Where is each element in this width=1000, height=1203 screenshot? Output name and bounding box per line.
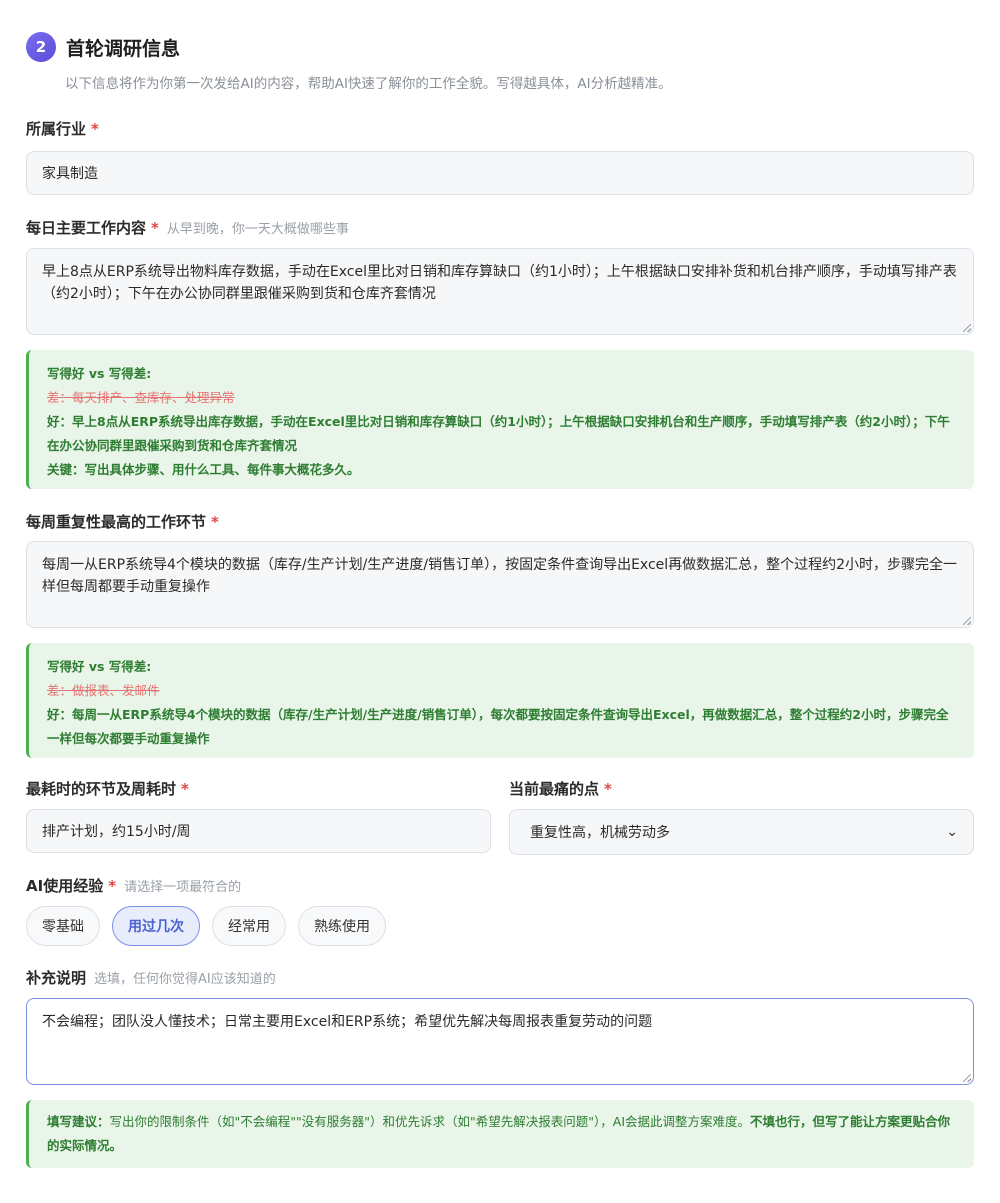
tip-title: 写得好 vs 写得差: [47, 659, 152, 674]
daily-work-label: 每日主要工作内容 * 从早到晚，你一天大概做哪些事 [26, 219, 349, 237]
tip-good-example: 好：早上8点从ERP系统导出库存数据，手动在Excel里比对日销和库存算缺口（约… [47, 414, 950, 453]
weekly-task-textarea[interactable]: 每周一从ERP系统导4个模块的数据（库存/生产计划/生产进度/销售订单），按固定… [26, 541, 974, 628]
option-proficient[interactable]: 熟练使用 [298, 906, 386, 946]
tip-bad-example: 差：每天排产、查库存、处理异常 [47, 390, 235, 405]
weekly-task-example-tip: 写得好 vs 写得差: 差：做报表、发邮件 好：每周一从ERP系统导4个模块的数… [26, 643, 974, 758]
fill-suggestion-tip: 填写建议：写出你的限制条件（如"不会编程""没有服务器"）和优先诉求（如"希望先… [26, 1100, 974, 1168]
required-mark: * [108, 877, 117, 895]
pain-point-label: 当前最痛的点 * [509, 780, 612, 798]
time-cost-input[interactable]: 排产计划，约15小时/周 [26, 809, 491, 853]
resize-handle[interactable] [963, 1074, 971, 1082]
required-mark: * [211, 513, 219, 531]
industry-label: 所属行业 * [26, 120, 99, 138]
section-title: 首轮调研信息 [66, 37, 181, 60]
extra-notes-textarea[interactable]: 不会编程；团队没人懂技术；日常主要用Excel和ERP系统；希望优先解决每周报表… [26, 998, 974, 1085]
survey-card: 2 首轮调研信息 以下信息将作为你第一次发给AI的内容，帮助AI快速了解你的工作… [0, 0, 1000, 1203]
tip-key-point: 关键：写出具体步骤、用什么工具、每件事大概花多久。 [47, 462, 360, 477]
industry-input[interactable]: 家具制造 [26, 151, 974, 195]
resize-handle[interactable] [963, 617, 971, 625]
required-mark: * [181, 780, 189, 798]
extra-notes-hint: 选填，任何你觉得AI应该知道的 [94, 972, 276, 987]
weekly-task-label: 每周重复性最高的工作环节 * [26, 513, 219, 531]
option-often-use[interactable]: 经常用 [212, 906, 286, 946]
chevron-down-icon: ⌄ [946, 824, 958, 840]
option-used-a-few-times[interactable]: 用过几次 [112, 906, 200, 946]
ai-experience-hint: 请选择一项最符合的 [124, 880, 242, 895]
time-cost-label: 最耗时的环节及周耗时 * [26, 780, 189, 798]
daily-work-example-tip: 写得好 vs 写得差: 差：每天排产、查库存、处理异常 好：早上8点从ERP系统… [26, 350, 974, 489]
ai-experience-label: AI使用经验 * 请选择一项最符合的 [26, 877, 242, 895]
tip-good-example: 好：每周一从ERP系统导4个模块的数据（库存/生产计划/生产进度/销售订单），每… [47, 707, 949, 746]
suggestion-body: 写出你的限制条件（如"不会编程""没有服务器"）和优先诉求（如"希望先解决报表问… [109, 1114, 751, 1129]
extra-notes-label: 补充说明 选填，任何你觉得AI应该知道的 [26, 969, 276, 987]
step-badge: 2 [26, 32, 56, 62]
required-mark: * [604, 780, 612, 798]
daily-work-textarea[interactable]: 早上8点从ERP系统导出物料库存数据，手动在Excel里比对日销和库存算缺口（约… [26, 248, 974, 335]
section-header: 2 首轮调研信息 [26, 30, 974, 64]
time-cost-field: 最耗时的环节及周耗时 * 排产计划，约15小时/周 [26, 778, 491, 855]
tip-title: 写得好 vs 写得差: [47, 366, 152, 381]
resize-handle[interactable] [963, 324, 971, 332]
pain-point-field: 当前最痛的点 * 重复性高，机械劳动多 ⌄ [509, 778, 974, 855]
pain-point-select[interactable]: 重复性高，机械劳动多 ⌄ [509, 809, 974, 855]
tip-bad-example: 差：做报表、发邮件 [47, 683, 160, 698]
suggestion-lead: 填写建议： [47, 1114, 110, 1129]
required-mark: * [151, 219, 159, 237]
section-subtitle: 以下信息将作为你第一次发给AI的内容，帮助AI快速了解你的工作全貌。写得越具体，… [65, 76, 672, 92]
option-zero-basis[interactable]: 零基础 [26, 906, 100, 946]
ai-experience-options: 零基础 用过几次 经常用 熟练使用 [26, 906, 974, 946]
time-pain-row: 最耗时的环节及周耗时 * 排产计划，约15小时/周 当前最痛的点 * 重复性高，机械… [26, 778, 974, 855]
required-mark: * [91, 120, 99, 138]
daily-work-hint: 从早到晚，你一天大概做哪些事 [166, 222, 349, 237]
